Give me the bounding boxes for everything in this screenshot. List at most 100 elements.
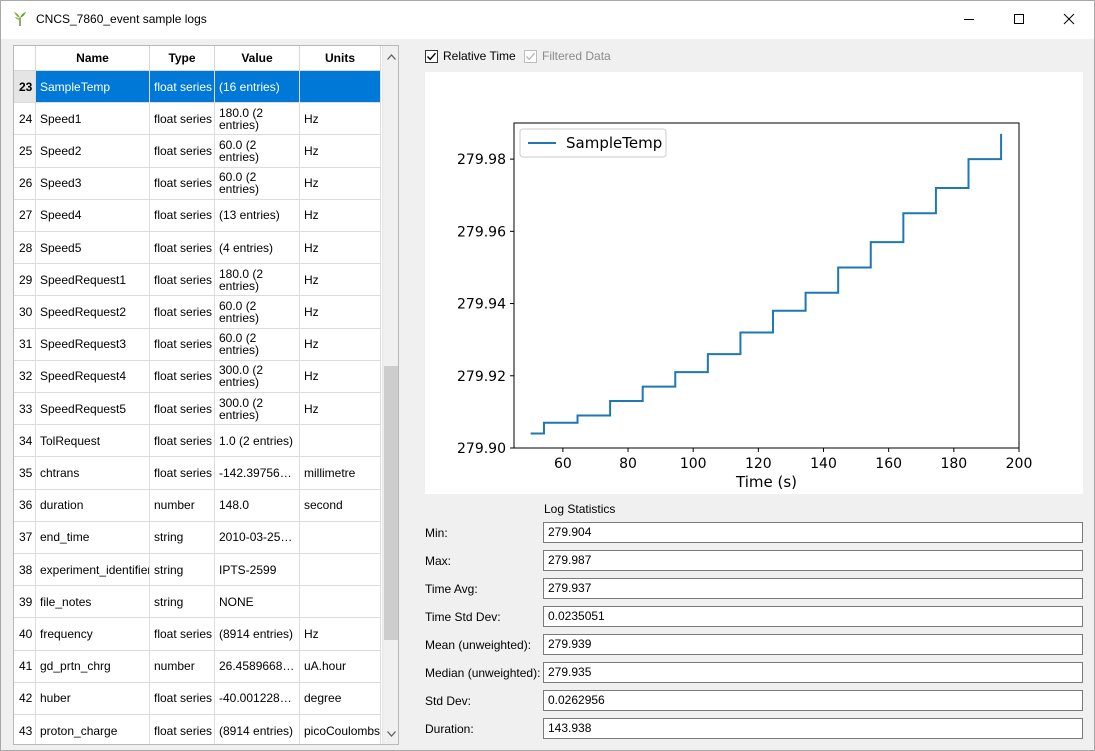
scroll-down-button[interactable]: [383, 725, 398, 742]
table-row[interactable]: 33 SpeedRequest5 float series 300.0 (2 entr…: [14, 393, 381, 426]
cell-value: NONE: [215, 586, 300, 618]
table-row[interactable]: 28 Speed5 float series (4 entries) Hz: [14, 232, 381, 265]
cell-name: Speed4: [36, 199, 150, 231]
table-row[interactable]: 42 huber float series -40.001228… degree: [14, 682, 381, 715]
filtered-data-checkbox: [524, 49, 537, 63]
row-number: 38: [14, 554, 36, 586]
cell-value: -40.001228…: [215, 682, 300, 714]
table-row[interactable]: 43 proton_charge float series (8914 entries…: [14, 715, 381, 744]
cell-value: 1.0 (2 entries): [215, 425, 300, 457]
sample-logs-table[interactable]: Name Type Value Units 23 SampleTemp float …: [13, 45, 399, 745]
cell-type: number: [150, 650, 215, 682]
stat-value-field[interactable]: 279.937: [543, 578, 1083, 599]
maximize-button[interactable]: [996, 1, 1042, 37]
scroll-thumb[interactable]: [384, 366, 398, 640]
stat-value-field[interactable]: 279.987: [543, 550, 1083, 571]
cell-units: [300, 521, 381, 553]
x-tick-label: 180: [940, 456, 967, 472]
cell-units: Hz: [300, 296, 381, 328]
stat-label: Median (unweighted):: [425, 666, 541, 680]
table-row[interactable]: 32 SpeedRequest4 float series 300.0 (2 entr…: [14, 360, 381, 393]
y-tick-label: 279.96: [457, 224, 506, 240]
table-row[interactable]: 29 SpeedRequest1 float series 180.0 (2 entr…: [14, 264, 381, 297]
column-header-name[interactable]: Name: [36, 46, 150, 71]
cell-units: Hz: [300, 360, 381, 392]
log-plot-chart[interactable]: 60 80 100 120 140 160 180 200 279.90 279.92 279.94…: [425, 72, 1083, 494]
cell-value: (4 entries): [215, 232, 300, 264]
close-icon: [1063, 13, 1075, 25]
table-row[interactable]: 39 file_notes string NONE: [14, 586, 381, 619]
stat-value-field[interactable]: 143.938: [543, 718, 1083, 739]
row-number: 40: [14, 618, 36, 650]
stat-value-field[interactable]: 0.0235051: [543, 606, 1083, 627]
title-bar[interactable]: CNCS_7860_event sample logs: [1, 1, 1094, 39]
cell-type: float series: [150, 296, 215, 328]
cell-name: SpeedRequest2: [36, 296, 150, 328]
row-number: 30: [14, 296, 36, 328]
column-header-type[interactable]: Type: [150, 46, 215, 71]
cell-type: float series: [150, 425, 215, 457]
cell-units: [300, 425, 381, 457]
table-vertical-scrollbar[interactable]: [382, 46, 398, 744]
table-row[interactable]: 26 Speed3 float series 60.0 (2 entries) Hz: [14, 167, 381, 200]
row-number: 43: [14, 715, 36, 744]
cell-type: float series: [150, 682, 215, 714]
table-row[interactable]: 31 SpeedRequest3 float series 60.0 (2 entri…: [14, 328, 381, 361]
table-row[interactable]: 41 gd_prtn_chrg number 26.4589668… uA.hour: [14, 650, 381, 683]
row-number: 41: [14, 650, 36, 682]
table-row[interactable]: 23 SampleTemp float series (16 entries): [14, 71, 381, 104]
cell-name: SpeedRequest1: [36, 264, 150, 296]
scroll-up-button[interactable]: [383, 48, 398, 65]
table-row[interactable]: 35 chtrans float series -142.39756… millimet…: [14, 457, 381, 490]
cell-units: Hz: [300, 393, 381, 425]
table-row[interactable]: 30 SpeedRequest2 float series 60.0 (2 entri…: [14, 296, 381, 329]
cell-name: gd_prtn_chrg: [36, 650, 150, 682]
stat-row: Time Std Dev: 0.0235051: [425, 606, 1085, 628]
stat-value-field[interactable]: 0.0262956: [543, 690, 1083, 711]
stat-label: Std Dev:: [425, 694, 472, 708]
row-number: 39: [14, 586, 36, 618]
cell-value: 60.0 (2 entries): [215, 135, 300, 167]
column-header-value[interactable]: Value: [215, 46, 300, 71]
cell-type: float series: [150, 71, 215, 103]
cell-units: uA.hour: [300, 650, 381, 682]
cell-name: Speed1: [36, 103, 150, 135]
cell-name: frequency: [36, 618, 150, 650]
chevron-down-icon: [387, 730, 396, 737]
minimize-icon: [964, 19, 974, 20]
cell-type: float series: [150, 103, 215, 135]
column-header-units[interactable]: Units: [300, 46, 381, 71]
cell-units: Hz: [300, 167, 381, 199]
table-row[interactable]: 27 Speed4 float series (13 entries) Hz: [14, 199, 381, 232]
cell-name: duration: [36, 489, 150, 521]
cell-value: 300.0 (2 entries): [215, 393, 300, 425]
table-row[interactable]: 38 experiment_identifier string IPTS-2599: [14, 554, 381, 587]
table-row[interactable]: 37 end_time string 2010-03-25…: [14, 521, 381, 554]
table-row[interactable]: 24 Speed1 float series 180.0 (2 entries) Hz: [14, 103, 381, 136]
log-plot-area[interactable]: 60 80 100 120 140 160 180 200 279.90 279.92 279.94…: [425, 72, 1083, 494]
x-tick-label: 120: [745, 456, 772, 472]
table-row[interactable]: 36 duration number 148.0 second: [14, 489, 381, 522]
stat-value-field[interactable]: 279.935: [543, 662, 1083, 683]
row-number: 36: [14, 489, 36, 521]
cell-units: Hz: [300, 199, 381, 231]
stat-label: Max:: [425, 554, 452, 568]
close-button[interactable]: [1046, 1, 1092, 37]
cell-units: millimetre: [300, 457, 381, 489]
stat-label: Min:: [425, 526, 448, 540]
cell-type: string: [150, 521, 215, 553]
row-number: 31: [14, 328, 36, 360]
relative-time-option[interactable]: Relative Time: [425, 48, 516, 64]
table-row[interactable]: 34 TolRequest float series 1.0 (2 entries): [14, 425, 381, 458]
minimize-button[interactable]: [946, 1, 992, 37]
series-line-SampleTemp[interactable]: [530, 133, 1003, 435]
relative-time-checkbox[interactable]: [425, 49, 438, 63]
row-number: 42: [14, 682, 36, 714]
maximize-icon: [1014, 14, 1024, 24]
row-number: 26: [14, 167, 36, 199]
table-row[interactable]: 40 frequency float series (8914 entries) Hz: [14, 618, 381, 651]
cell-value: 180.0 (2 entries): [215, 264, 300, 296]
stat-value-field[interactable]: 279.904: [543, 522, 1083, 543]
stat-value-field[interactable]: 279.939: [543, 634, 1083, 655]
table-row[interactable]: 25 Speed2 float series 60.0 (2 entries) Hz: [14, 135, 381, 168]
